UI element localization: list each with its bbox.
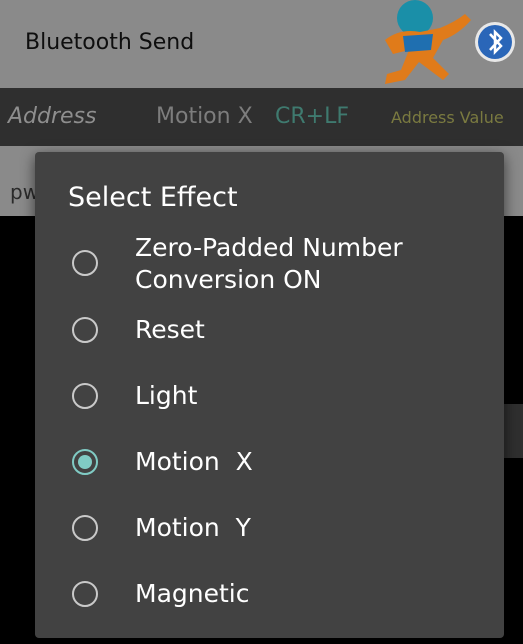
option-label: Light <box>135 381 198 410</box>
app-title: Bluetooth Send <box>25 30 195 55</box>
option-motion-y[interactable]: Motion Y <box>35 500 504 560</box>
option-label-line2: Conversion ON <box>135 265 322 294</box>
dialog-title: Select Effect <box>68 182 238 213</box>
option-label-line1: Zero-Padded Number <box>135 233 403 262</box>
radio-unchecked-icon[interactable] <box>72 515 98 541</box>
option-motion-x[interactable]: Motion X <box>35 434 504 494</box>
background-control <box>504 404 523 458</box>
crlf-selector[interactable]: CR+LF <box>275 104 349 129</box>
option-label: Motion Y <box>135 513 251 542</box>
radio-unchecked-icon[interactable] <box>72 383 98 409</box>
radio-unchecked-icon[interactable] <box>72 581 98 607</box>
option-label: Reset <box>135 315 205 344</box>
radio-unchecked-icon[interactable] <box>72 250 98 276</box>
option-zero-padded[interactable]: Zero-Padded Number Conversion ON <box>35 232 504 304</box>
option-reset[interactable]: Reset <box>35 302 504 362</box>
app-logo <box>385 0 515 84</box>
motion-selector[interactable]: Motion X <box>156 104 253 129</box>
option-magnetic[interactable]: Magnetic <box>35 566 504 626</box>
select-effect-dialog: Select Effect Zero-Padded Number Convers… <box>35 152 504 638</box>
radio-checked-icon[interactable] <box>72 449 98 475</box>
option-label: Motion X <box>135 447 253 476</box>
address-label: Address <box>8 104 97 129</box>
option-light[interactable]: Light <box>35 368 504 428</box>
radio-unchecked-icon[interactable] <box>72 317 98 343</box>
address-value-label: Address Value <box>391 108 504 127</box>
option-label: Magnetic <box>135 579 250 608</box>
